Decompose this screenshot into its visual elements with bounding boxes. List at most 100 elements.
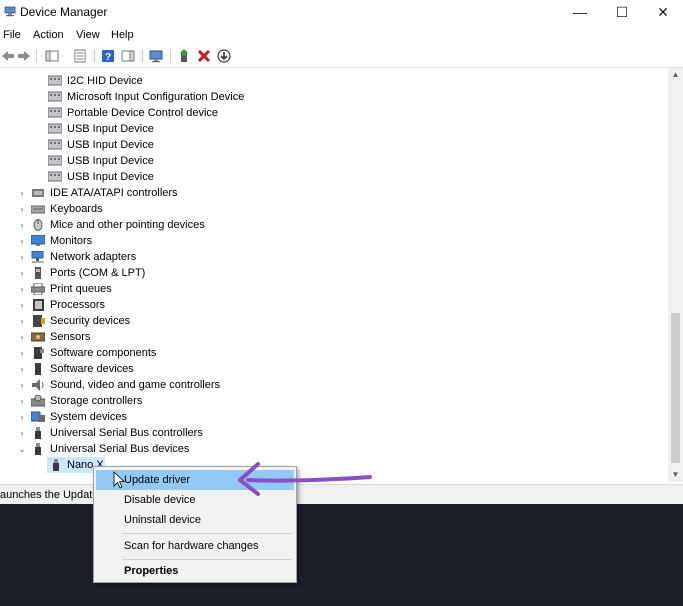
keyboard-icon [31, 205, 45, 214]
tree-category-label: Software devices [50, 363, 134, 375]
hid-device-icon [48, 171, 62, 182]
menu-item-uninstall-device[interactable]: Uninstall device [96, 510, 294, 530]
tree-category-network-adapters[interactable]: › Network adapters [17, 249, 417, 265]
tree-category-label: Keyboards [50, 203, 103, 215]
expand-arrow-icon[interactable]: › [17, 233, 27, 249]
hid-device-icon [48, 139, 62, 150]
tree-item-label: USB Input Device [67, 171, 154, 183]
tree-category-storage-controllers[interactable]: › Storage controllers [17, 393, 417, 409]
scroll-down-icon[interactable]: ▼ [668, 468, 683, 482]
toolbar-separator [170, 49, 171, 63]
software-device-icon [35, 363, 41, 375]
menu-bar: File Action View Help [0, 26, 683, 44]
maximize-button[interactable]: ☐ [602, 2, 642, 22]
back-arrow-icon[interactable] [0, 48, 16, 64]
tree-category-label: IDE ATA/ATAPI controllers [50, 187, 178, 199]
expand-arrow-icon[interactable]: › [17, 425, 27, 441]
tree-category-sound-video-game[interactable]: › Sound, video and game controllers [17, 377, 417, 393]
expand-arrow-icon[interactable]: › [17, 409, 27, 425]
menu-action[interactable]: Action [33, 29, 64, 41]
expand-arrow-icon[interactable]: › [17, 393, 27, 409]
expand-arrow-icon[interactable]: › [17, 281, 27, 297]
tree-category-usb-controllers[interactable]: › Universal Serial Bus controllers [17, 425, 417, 441]
window-title: Device Manager [20, 5, 108, 19]
tree-item-label: Portable Device Control device [67, 107, 219, 119]
toolbar: ? [0, 45, 683, 68]
tree-category-label: Universal Serial Bus devices [50, 443, 190, 455]
monitor-icon [31, 235, 45, 246]
tree-item-label: USB Input Device [67, 155, 154, 167]
menu-help[interactable]: Help [111, 29, 134, 41]
tree-category-label: Software components [50, 347, 157, 359]
device-manager-icon [4, 6, 16, 17]
expand-arrow-icon[interactable]: › [17, 329, 27, 345]
menu-item-scan-hardware[interactable]: Scan for hardware changes [96, 536, 294, 556]
tree-category-ports[interactable]: › Ports (COM & LPT) [17, 265, 417, 281]
scan-hardware-changes-icon[interactable] [148, 48, 164, 64]
toolbar-separator [36, 49, 37, 63]
tree-category-monitors[interactable]: › Monitors [17, 233, 417, 249]
menu-item-update-driver[interactable]: Update driver [96, 470, 294, 490]
expand-arrow-icon[interactable]: › [17, 201, 27, 217]
tree-category-software-devices[interactable]: › Software devices [17, 361, 417, 377]
expand-arrow-icon[interactable]: › [17, 185, 27, 201]
title-bar: Device Manager — ☐ ✕ [0, 0, 683, 24]
expand-arrow-icon[interactable]: › [17, 265, 27, 281]
expand-arrow-icon[interactable]: › [17, 345, 27, 361]
expand-arrow-icon[interactable]: › [17, 313, 27, 329]
menu-item-properties[interactable]: Properties [96, 561, 294, 581]
speaker-icon [32, 379, 44, 391]
system-device-icon [31, 411, 45, 422]
forward-arrow-icon[interactable] [16, 48, 32, 64]
tree-category-security-devices[interactable]: › Security devices [17, 313, 417, 329]
processor-icon [33, 299, 44, 311]
tree-category-usb-devices[interactable]: ⌄ Universal Serial Bus devices [17, 441, 417, 457]
uninstall-device-icon[interactable] [196, 48, 212, 64]
expand-arrow-icon[interactable]: › [17, 217, 27, 233]
tree-category-processors[interactable]: › Processors [17, 297, 417, 313]
tree-category-label: System devices [50, 411, 128, 423]
properties-sheet-icon[interactable] [72, 48, 88, 64]
tree-category-label: Network adapters [50, 251, 137, 263]
help-icon[interactable]: ? [100, 48, 116, 64]
disable-device-icon[interactable] [216, 48, 232, 64]
hid-device-icon [48, 107, 62, 118]
tree-category-label: Mice and other pointing devices [50, 219, 205, 231]
collapse-arrow-icon[interactable]: ⌄ [17, 441, 27, 457]
tree-category-software-components[interactable]: › Software components [17, 345, 417, 361]
menu-view[interactable]: View [76, 29, 100, 41]
tree-category-sensors[interactable]: › Sensors [17, 329, 417, 345]
ide-controller-icon [32, 189, 44, 197]
menu-item-label: Properties [124, 565, 179, 577]
tree-item-label: I2C HID Device [67, 75, 143, 87]
update-driver-toolbar-icon[interactable] [176, 48, 192, 64]
tree-category-mice[interactable]: › Mice and other pointing devices [17, 217, 417, 233]
tree-category-print-queues[interactable]: › Print queues [17, 281, 417, 297]
scrollbar-thumb[interactable] [671, 313, 680, 463]
status-text: aunches the Update [0, 489, 99, 501]
tree-item-label: Microsoft Input Configuration Device [67, 91, 245, 103]
minimize-button[interactable]: — [560, 2, 600, 22]
tree-category-label: Security devices [50, 315, 131, 327]
expand-arrow-icon[interactable]: › [17, 377, 27, 393]
tree-category-ide-ata-atapi[interactable]: › IDE ATA/ATAPI controllers [17, 185, 417, 201]
scroll-up-icon[interactable]: ▲ [668, 68, 683, 82]
context-menu: Update driver Disable device Uninstall d… [93, 466, 297, 583]
vertical-scrollbar[interactable]: ▲ ▼ [668, 68, 683, 482]
tree-item-label: USB Input Device [67, 139, 154, 151]
expand-arrow-icon[interactable]: › [17, 249, 27, 265]
expand-arrow-icon[interactable]: › [17, 361, 27, 377]
show-hide-console-tree-icon[interactable] [44, 48, 60, 64]
tree-category-system-devices[interactable]: › System devices [17, 409, 417, 425]
tree-category-keyboards[interactable]: › Keyboards [17, 201, 417, 217]
menu-item-disable-device[interactable]: Disable device [96, 490, 294, 510]
tree-category-label: Monitors [50, 235, 93, 247]
software-component-icon [34, 347, 44, 359]
menu-item-label: Update driver [124, 474, 191, 486]
expand-arrow-icon[interactable]: › [17, 297, 27, 313]
action-pane-icon[interactable] [120, 48, 136, 64]
tree-category-label: Sensors [50, 331, 91, 343]
close-button[interactable]: ✕ [643, 2, 683, 22]
menu-file[interactable]: File [3, 29, 21, 41]
mouse-icon [33, 219, 43, 231]
